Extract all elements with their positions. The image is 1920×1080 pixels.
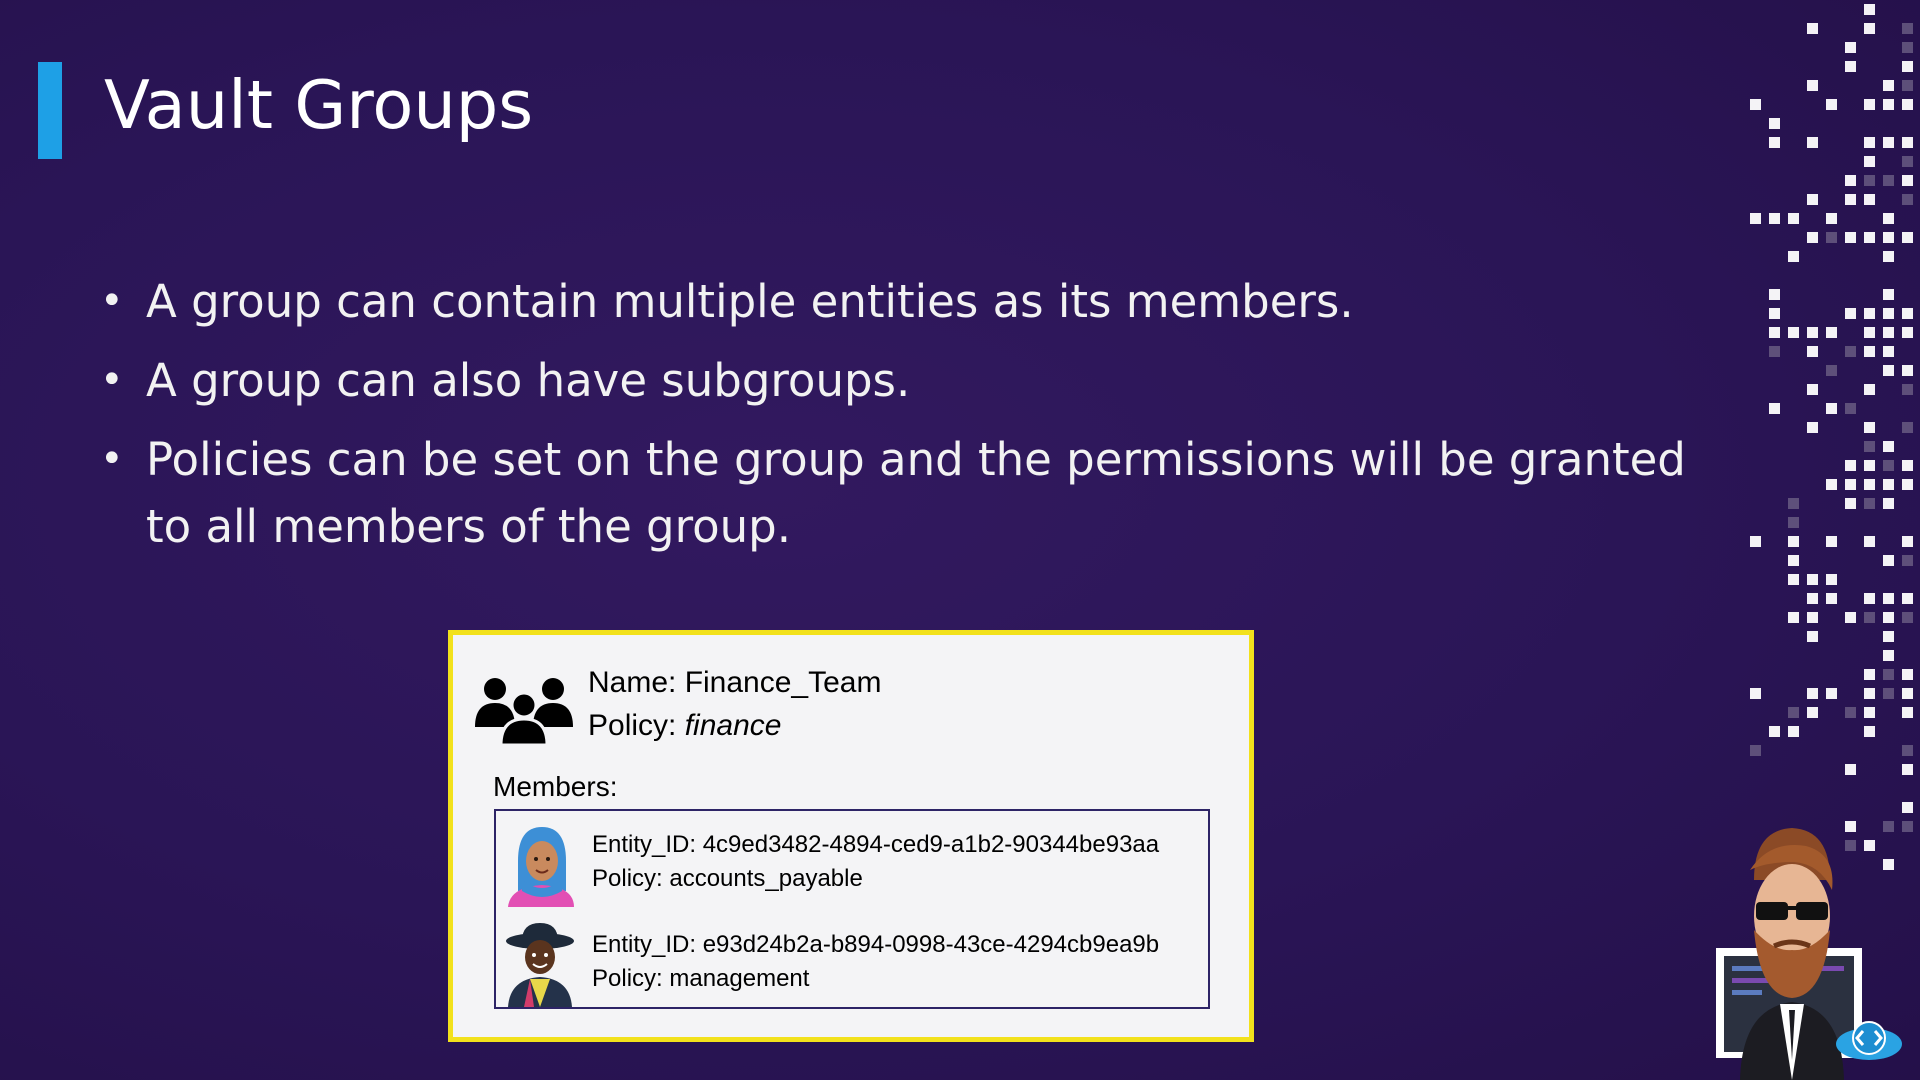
woman-hijab-avatar-icon bbox=[508, 827, 574, 907]
title-accent-bar bbox=[38, 62, 62, 159]
member-policy: Policy: accounts_payable bbox=[592, 865, 863, 892]
bullet-list: A group can contain multiple entities as… bbox=[100, 268, 1740, 572]
bullet-item: A group can also have subgroups. bbox=[100, 347, 1740, 414]
bullet-item: Policies can be set on the group and the… bbox=[100, 426, 1740, 560]
code-cloud-logo-icon bbox=[1836, 1021, 1902, 1060]
group-name: Name: Finance_Team bbox=[588, 666, 882, 699]
members-list: Entity_ID: 4c9ed3482-4894-ced9-a1b2-9034… bbox=[494, 809, 1210, 1009]
man-hat-avatar-icon bbox=[506, 923, 574, 1007]
group-policy-label: Policy: bbox=[588, 709, 685, 742]
slide-title: Vault Groups bbox=[104, 66, 534, 144]
pixel-pattern-decoration bbox=[1750, 4, 1913, 870]
group-policy: Policy: finance bbox=[588, 706, 781, 746]
member-entity-id: Entity_ID: e93d24b2a-b894-0998-43ce-4294… bbox=[592, 931, 1160, 958]
members-label: Members: bbox=[493, 771, 618, 802]
member-policy: Policy: management bbox=[592, 965, 810, 992]
users-group-icon bbox=[475, 678, 573, 745]
group-policy-value: finance bbox=[684, 709, 782, 742]
slide-canvas: Vault Groups A group can contain multipl… bbox=[0, 0, 1920, 1080]
group-card: Name: Finance_Team Policy: finance Membe… bbox=[448, 630, 1254, 1042]
member-entity-id: Entity_ID: 4c9ed3482-4894-ced9-a1b2-9034… bbox=[592, 831, 1160, 858]
member-item: Entity_ID: e93d24b2a-b894-0998-43ce-4294… bbox=[496, 919, 1208, 1015]
bullet-item: A group can contain multiple entities as… bbox=[100, 268, 1740, 335]
member-item: Entity_ID: 4c9ed3482-4894-ced9-a1b2-9034… bbox=[496, 819, 1208, 915]
